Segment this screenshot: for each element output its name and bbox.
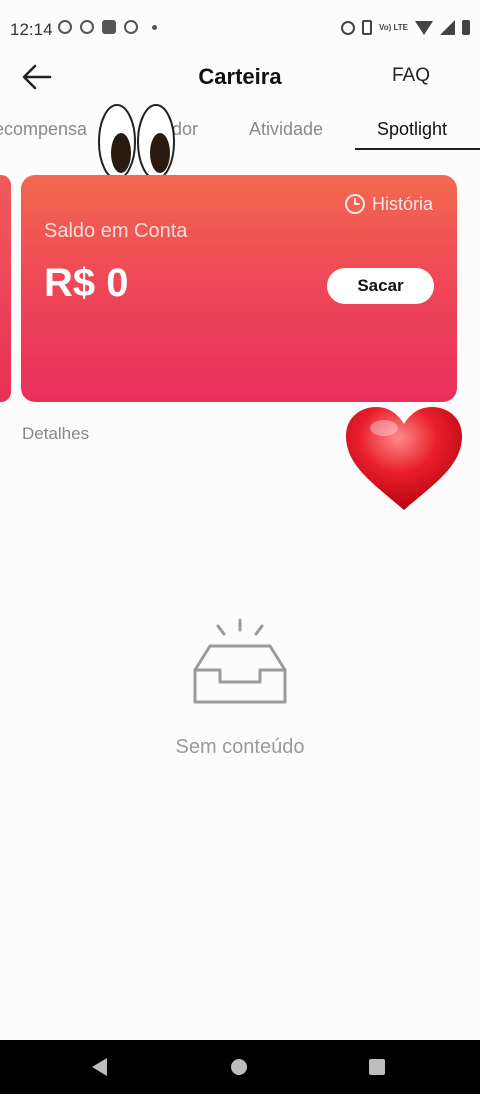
shopping-icon xyxy=(102,20,116,34)
empty-state-text: Sem conteúdo xyxy=(175,736,305,758)
previous-card-peek[interactable] xyxy=(0,175,11,402)
history-label: História xyxy=(371,193,433,214)
nav-recents-icon[interactable] xyxy=(369,1059,385,1075)
notification-icons xyxy=(58,20,157,34)
lte-icon: Vo) LTE xyxy=(378,22,408,32)
signal-icon xyxy=(440,20,455,35)
tab-recompensa[interactable]: ecompensa xyxy=(0,119,87,140)
tab-spotlight[interactable]: Spotlight xyxy=(377,119,447,140)
withdraw-button[interactable]: Sacar xyxy=(327,268,434,304)
balance-card: História Saldo em Conta R$ 0 Sacar xyxy=(21,175,457,402)
alarm-icon xyxy=(340,20,355,35)
heart-sticker-icon xyxy=(346,407,462,510)
tab-bar: ecompensa dor Atividade Spotlight xyxy=(0,106,480,152)
details-label: Detalhes xyxy=(22,424,90,443)
empty-inbox-icon xyxy=(193,618,287,704)
eyes-sticker-icon xyxy=(98,104,175,180)
app-header: Carteira FAQ xyxy=(0,56,480,100)
facebook-icon xyxy=(80,20,94,34)
tab-atividade[interactable]: Atividade xyxy=(249,119,323,140)
faq-link[interactable]: FAQ xyxy=(392,65,430,87)
more-notifications-icon xyxy=(152,24,157,30)
balance-value: R$ 0 xyxy=(44,261,129,305)
system-nav-bar xyxy=(0,1040,480,1094)
nav-home-icon[interactable] xyxy=(231,1059,247,1075)
status-bar: 12:14 Vo) LTE xyxy=(0,0,480,60)
status-time: 12:14 xyxy=(10,20,53,39)
history-link[interactable]: História xyxy=(344,193,433,215)
system-icons: Vo) LTE xyxy=(340,20,470,35)
app-notification-icon xyxy=(124,20,138,34)
balance-label: Saldo em Conta xyxy=(44,220,188,242)
active-tab-indicator xyxy=(355,148,480,150)
battery-icon xyxy=(462,20,470,35)
record-icon xyxy=(58,20,72,34)
wifi-icon xyxy=(415,20,433,35)
clock-icon xyxy=(344,194,365,214)
vibrate-icon xyxy=(361,20,372,35)
nav-back-icon[interactable] xyxy=(92,1058,107,1076)
